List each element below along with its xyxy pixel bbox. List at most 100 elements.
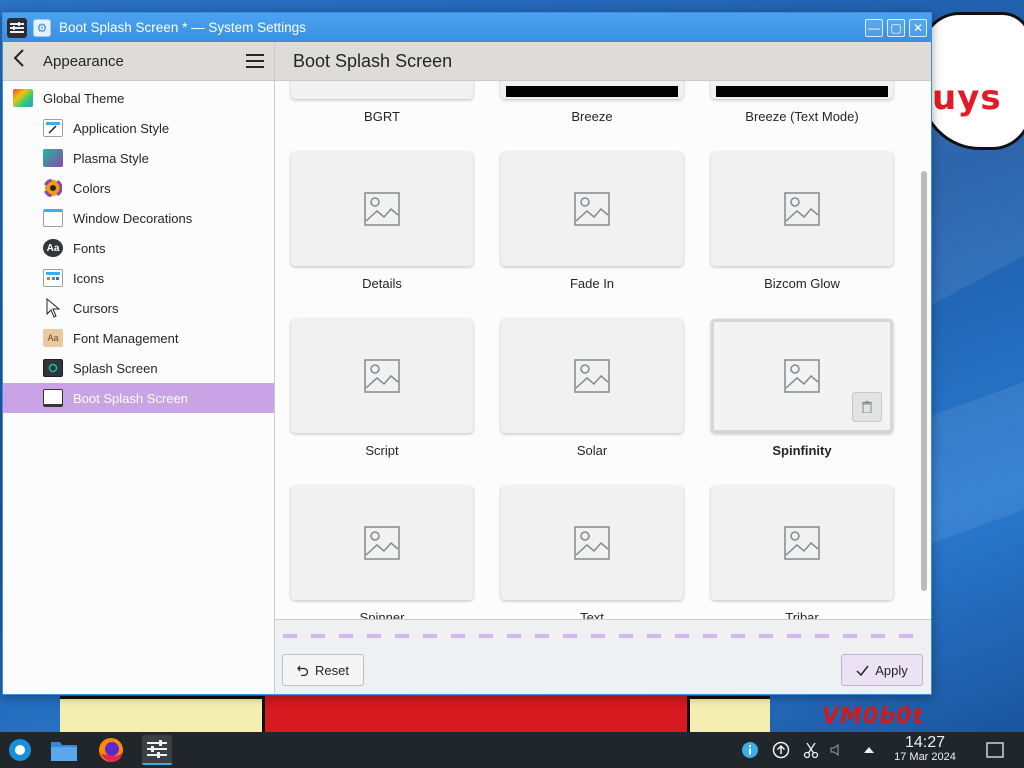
maximize-button[interactable]: ▢ [887, 18, 905, 37]
theme-label: Fade In [569, 276, 615, 291]
desktop-vm-logo: VM0b0t [822, 704, 924, 729]
show-desktop-button[interactable] [985, 740, 1005, 760]
sidebar-item-label: Icons [73, 270, 105, 286]
theme-label-selected: Spinfinity [772, 443, 832, 458]
back-arrow-icon [13, 49, 24, 67]
application-launcher-button[interactable] [5, 735, 35, 765]
minimize-icon: — [868, 20, 880, 35]
global-theme-icon [13, 89, 33, 107]
footer-bar: Reset Apply [275, 619, 931, 694]
sidebar-item-plasma-style[interactable]: Plasma Style [3, 143, 274, 173]
reset-label: Reset [315, 662, 349, 678]
close-button[interactable]: ✕ [909, 18, 927, 37]
image-placeholder-icon [574, 192, 610, 226]
maximize-icon: ▢ [890, 20, 902, 35]
system-settings-app-icon: ⚙ [33, 18, 51, 37]
speaker-icon [830, 744, 839, 756]
splash-screen-icon [43, 359, 63, 377]
tray-updates[interactable] [771, 740, 791, 760]
theme-label: Breeze (Text Mode) [745, 109, 859, 124]
clock-date: 17 Mar 2024 [894, 751, 956, 763]
tray-expand-button[interactable] [859, 740, 879, 760]
launcher-icon [9, 739, 31, 761]
theme-tile-tribar[interactable] [711, 486, 893, 600]
theme-tile-text[interactable] [501, 486, 683, 600]
sidebar-title: Appearance [43, 52, 124, 70]
theme-label: Solar [576, 443, 608, 458]
window-titlebar[interactable]: ⚙ Boot Splash Screen * — System Settings… [3, 13, 931, 42]
fonts-icon: Aa [43, 239, 63, 257]
image-placeholder-icon [784, 359, 820, 393]
sidebar-item-cursors[interactable]: Cursors [3, 293, 274, 323]
plasma-style-icon [43, 149, 63, 167]
back-button[interactable] [13, 49, 37, 73]
theme-tile-bgrt[interactable] [291, 81, 473, 99]
theme-tile-breeze[interactable] [501, 81, 683, 99]
boot-splash-icon [43, 389, 63, 407]
theme-tile-fade-in[interactable] [501, 152, 683, 266]
sidebar-item-label: Application Style [73, 120, 170, 136]
sidebar: Appearance Global Theme Application Styl… [3, 42, 275, 694]
tray-info[interactable] [740, 740, 760, 760]
scissors-icon [803, 742, 819, 759]
image-placeholder-icon [364, 192, 400, 226]
window-title: Boot Splash Screen * — System Settings [59, 20, 306, 35]
progress-indicator [283, 634, 923, 638]
delete-theme-button[interactable] [852, 392, 882, 422]
sidebar-item-splash-screen[interactable]: Splash Screen [3, 353, 274, 383]
theme-label: Text [580, 610, 604, 619]
folder-icon [51, 742, 77, 761]
sidebar-item-window-decorations[interactable]: Window Decorations [3, 203, 274, 233]
sidebar-item-label: Cursors [73, 300, 119, 316]
tray-clipboard[interactable] [801, 740, 821, 760]
apply-label: Apply [875, 662, 908, 678]
window-menu-icon [10, 21, 24, 33]
theme-label: Spinner [359, 610, 405, 619]
desktop-bubble-text: uys [932, 78, 1002, 118]
theme-label: Bizcom Glow [764, 276, 840, 291]
sidebar-item-label: Global Theme [43, 90, 125, 106]
apply-button[interactable]: Apply [841, 654, 923, 686]
vertical-scrollbar[interactable] [921, 171, 927, 591]
trash-icon [862, 401, 872, 413]
theme-tile-breeze-text-mode[interactable] [711, 81, 893, 99]
taskbar-file-manager[interactable] [49, 735, 79, 765]
system-settings-window: ⚙ Boot Splash Screen * — System Settings… [2, 12, 932, 695]
theme-label: Tribar [785, 610, 819, 619]
theme-tile-spinfinity[interactable] [711, 319, 893, 433]
theme-tile-solar[interactable] [501, 319, 683, 433]
image-placeholder-icon [364, 526, 400, 560]
sidebar-item-application-style[interactable]: Application Style [3, 113, 274, 143]
sidebar-item-global-theme[interactable]: Global Theme [3, 83, 274, 113]
image-placeholder-icon [364, 359, 400, 393]
settings-sliders-icon [147, 740, 167, 758]
main-content: Boot Splash Screen BGRT Breeze Breeze (T… [275, 42, 931, 694]
sidebar-item-boot-splash-screen[interactable]: Boot Splash Screen [3, 383, 274, 413]
sidebar-item-fonts[interactable]: Aa Fonts [3, 233, 274, 263]
reset-button[interactable]: Reset [282, 654, 364, 686]
theme-tile-spinner[interactable] [291, 486, 473, 600]
page-title: Boot Splash Screen [275, 42, 931, 81]
image-placeholder-icon [574, 359, 610, 393]
taskbar-firefox[interactable] [96, 735, 126, 765]
theme-tile-details[interactable] [291, 152, 473, 266]
theme-tile-script[interactable] [291, 319, 473, 433]
theme-tile-bizcom-glow[interactable] [711, 152, 893, 266]
tray-volume[interactable] [826, 740, 846, 760]
sidebar-item-colors[interactable]: Colors [3, 173, 274, 203]
taskbar-system-settings[interactable] [142, 735, 172, 765]
colors-icon [43, 179, 63, 197]
desktop-wallpaper-red-panel [262, 696, 690, 732]
clock-time[interactable]: 14:27 [890, 734, 960, 752]
sidebar-item-label: Boot Splash Screen [73, 390, 188, 406]
image-placeholder-icon [784, 192, 820, 226]
window-menu-button[interactable] [7, 17, 27, 38]
sidebar-item-font-management[interactable]: Aa Font Management [3, 323, 274, 353]
checkmark-icon [856, 665, 869, 676]
image-placeholder-icon [784, 526, 820, 560]
taskbar [0, 732, 1024, 768]
sidebar-item-icons[interactable]: Icons [3, 263, 274, 293]
font-management-icon: Aa [43, 329, 63, 347]
minimize-button[interactable]: — [865, 18, 883, 37]
hamburger-menu-button[interactable] [246, 54, 264, 68]
